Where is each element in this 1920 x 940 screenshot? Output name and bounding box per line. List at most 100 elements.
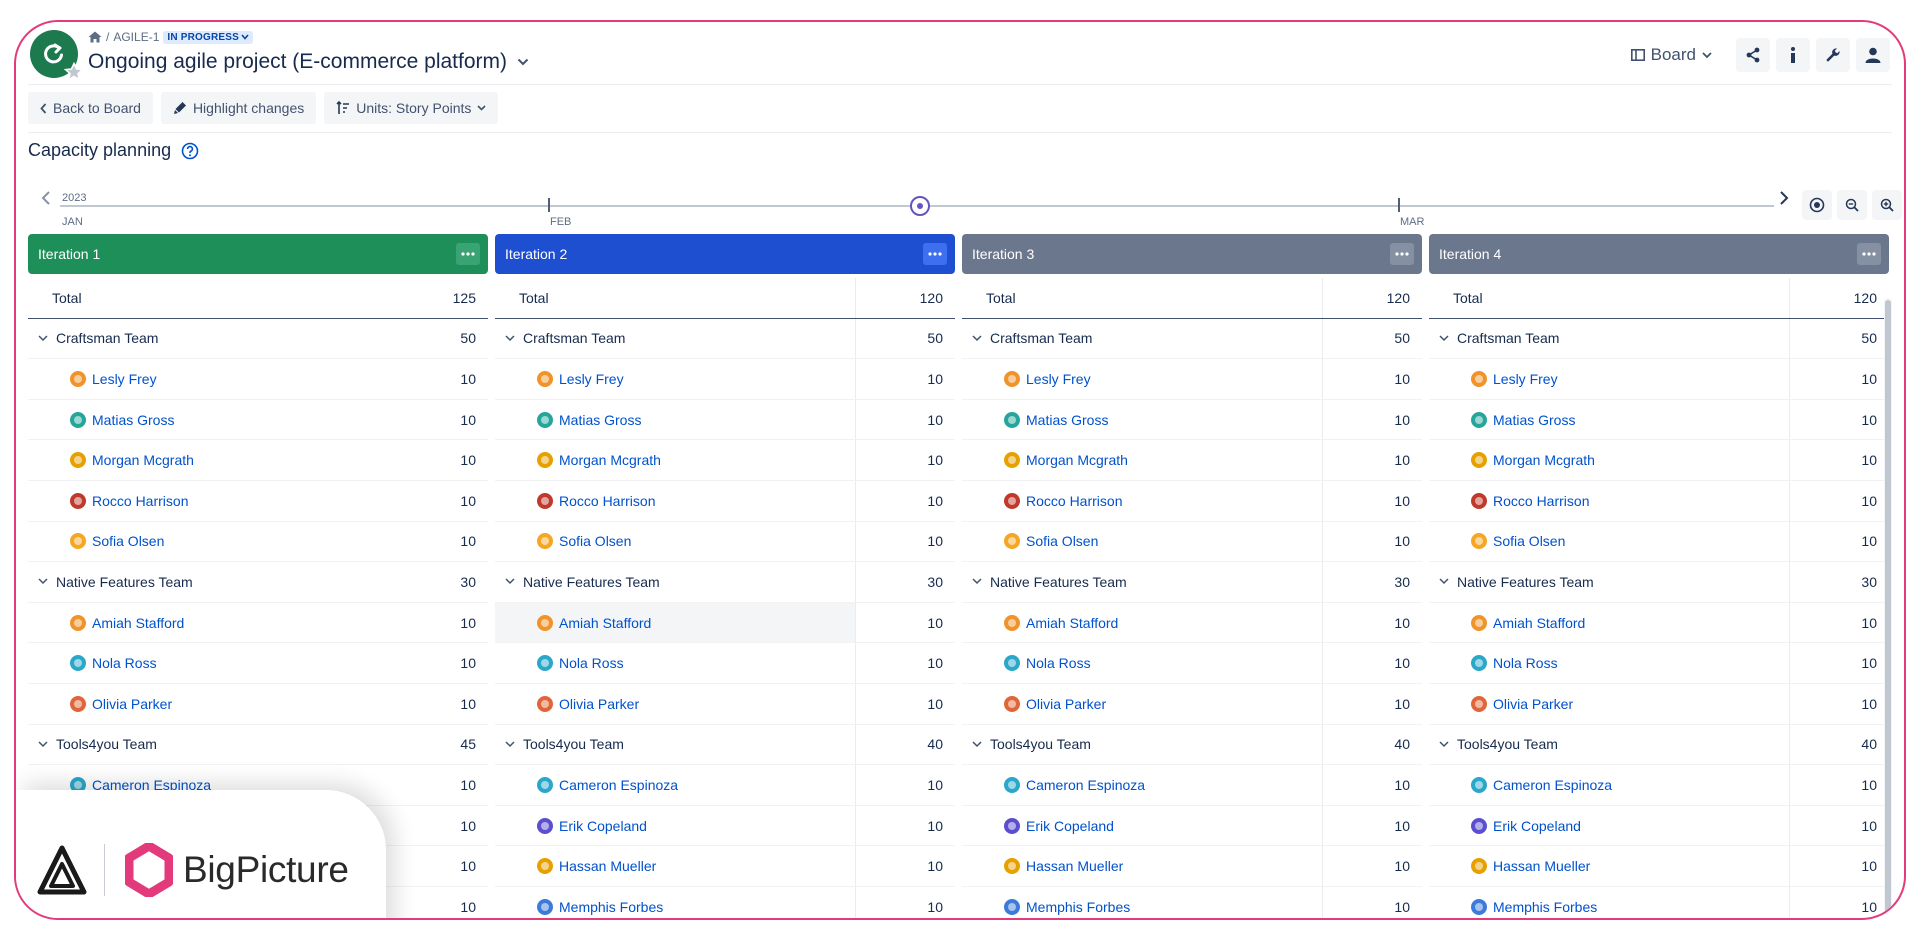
member-name-link[interactable]: Nola Ross	[559, 655, 624, 671]
member-row[interactable]: Morgan Mcgrath 10	[28, 440, 488, 481]
member-name-link[interactable]: Sofia Olsen	[1493, 533, 1565, 549]
member-name-link[interactable]: Nola Ross	[1026, 655, 1091, 671]
zoom-out-button[interactable]	[1837, 190, 1867, 220]
team-row-tools4you-team[interactable]: Tools4you Team 45	[28, 725, 488, 766]
member-capacity[interactable]: 10	[1322, 643, 1422, 683]
timeline-today-marker[interactable]	[910, 196, 930, 216]
member-row[interactable]: Matias Gross 10	[1429, 399, 1889, 441]
member-capacity[interactable]: 10	[388, 684, 488, 724]
member-name-link[interactable]: Lesly Frey	[1493, 371, 1558, 387]
member-capacity[interactable]: 10	[855, 886, 955, 918]
member-row[interactable]: Cameron Espinoza 10	[1429, 765, 1889, 806]
chevron-down-icon[interactable]	[505, 578, 515, 585]
member-row[interactable]: Nola Ross 10	[1429, 643, 1889, 684]
team-capacity[interactable]: 50	[1322, 318, 1422, 359]
member-capacity[interactable]: 10	[855, 480, 955, 521]
team-capacity[interactable]: 45	[388, 725, 488, 765]
member-row[interactable]: Erik Copeland 10	[1429, 805, 1889, 847]
member-row[interactable]: Matias Gross 10	[962, 399, 1422, 441]
member-capacity[interactable]: 10	[388, 887, 488, 918]
member-capacity[interactable]: 10	[855, 359, 955, 399]
member-capacity[interactable]: 10	[855, 440, 955, 480]
member-capacity[interactable]: 10	[1789, 805, 1889, 846]
member-name-link[interactable]: Matias Gross	[1493, 412, 1575, 428]
status-badge[interactable]: IN PROGRESS	[163, 30, 254, 44]
member-name-link[interactable]: Hassan Mueller	[1026, 858, 1123, 874]
iteration-header[interactable]: Iteration 2	[495, 234, 955, 274]
timeline-next-button[interactable]	[1774, 188, 1794, 208]
member-capacity[interactable]: 10	[388, 400, 488, 440]
member-name-link[interactable]: Morgan Mcgrath	[92, 452, 194, 468]
more-actions-button[interactable]	[1390, 243, 1414, 265]
team-row-craftsman-team[interactable]: Craftsman Team 50	[1429, 318, 1889, 360]
member-capacity[interactable]: 10	[855, 846, 955, 886]
member-capacity[interactable]: 10	[855, 683, 955, 724]
view-switcher-button[interactable]: Board	[1623, 41, 1720, 69]
chevron-down-icon[interactable]	[1439, 741, 1449, 748]
member-capacity[interactable]: 10	[1789, 886, 1889, 918]
highlight-changes-button[interactable]: Highlight changes	[160, 92, 317, 124]
member-row[interactable]: Amiah Stafford 10	[495, 602, 955, 644]
chevron-down-icon[interactable]	[972, 741, 982, 748]
team-row-tools4you-team[interactable]: Tools4you Team 40	[1429, 724, 1889, 766]
chevron-down-icon[interactable]	[505, 741, 515, 748]
chevron-down-icon[interactable]	[505, 335, 515, 342]
member-capacity[interactable]: 10	[1789, 521, 1889, 562]
team-row-native-features-team[interactable]: Native Features Team 30	[1429, 562, 1889, 603]
member-row[interactable]: Hassan Mueller 10	[962, 846, 1422, 887]
member-row[interactable]: Lesly Frey 10	[495, 359, 955, 400]
member-capacity[interactable]: 10	[388, 481, 488, 521]
member-name-link[interactable]: Memphis Forbes	[1493, 899, 1597, 915]
member-row[interactable]: Memphis Forbes 10	[1429, 886, 1889, 918]
member-capacity[interactable]: 10	[855, 765, 955, 805]
home-icon[interactable]	[88, 31, 102, 43]
member-row[interactable]: Hassan Mueller 10	[1429, 846, 1889, 887]
team-row-tools4you-team[interactable]: Tools4you Team 40	[495, 724, 955, 766]
member-capacity[interactable]: 10	[855, 643, 955, 683]
member-name-link[interactable]: Cameron Espinoza	[1026, 777, 1145, 793]
iteration-header[interactable]: Iteration 4	[1429, 234, 1889, 274]
iteration-header[interactable]: Iteration 3	[962, 234, 1422, 274]
iteration-header[interactable]: Iteration 1	[28, 234, 488, 274]
member-row[interactable]: Hassan Mueller 10	[495, 846, 955, 887]
member-name-link[interactable]: Memphis Forbes	[1026, 899, 1130, 915]
member-name-link[interactable]: Lesly Frey	[92, 371, 157, 387]
member-row[interactable]: Erik Copeland 10	[495, 805, 955, 847]
member-name-link[interactable]: Olivia Parker	[1026, 696, 1106, 712]
member-name-link[interactable]: Amiah Stafford	[1493, 615, 1585, 631]
member-name-link[interactable]: Rocco Harrison	[1026, 493, 1122, 509]
chevron-down-icon[interactable]	[38, 578, 48, 585]
member-name-link[interactable]: Amiah Stafford	[92, 615, 184, 631]
member-capacity[interactable]: 10	[1322, 440, 1422, 480]
member-row[interactable]: Olivia Parker 10	[1429, 683, 1889, 725]
team-row-native-features-team[interactable]: Native Features Team 30	[962, 562, 1422, 603]
team-capacity[interactable]: 30	[1789, 562, 1889, 602]
member-capacity[interactable]: 10	[855, 521, 955, 562]
member-row[interactable]: Matias Gross 10	[495, 399, 955, 441]
team-row-craftsman-team[interactable]: Craftsman Team 50	[28, 319, 488, 360]
member-row[interactable]: Rocco Harrison 10	[28, 481, 488, 522]
share-button[interactable]	[1736, 38, 1770, 72]
member-capacity[interactable]: 10	[1322, 399, 1422, 440]
member-name-link[interactable]: Amiah Stafford	[1026, 615, 1118, 631]
member-capacity[interactable]: 10	[1322, 683, 1422, 724]
member-name-link[interactable]: Nola Ross	[92, 655, 157, 671]
team-capacity[interactable]: 30	[855, 562, 955, 602]
member-row[interactable]: Lesly Frey 10	[28, 359, 488, 400]
chevron-down-icon[interactable]	[1439, 578, 1449, 585]
team-row-craftsman-team[interactable]: Craftsman Team 50	[962, 318, 1422, 360]
member-name-link[interactable]: Rocco Harrison	[559, 493, 655, 509]
member-row[interactable]: Matias Gross 10	[28, 400, 488, 441]
member-capacity[interactable]: 10	[855, 805, 955, 846]
info-button[interactable]	[1776, 38, 1810, 72]
member-name-link[interactable]: Sofia Olsen	[1026, 533, 1098, 549]
member-row[interactable]: Sofia Olsen 10	[495, 521, 955, 563]
timeline-prev-button[interactable]	[36, 188, 56, 208]
team-capacity[interactable]: 50	[855, 318, 955, 359]
member-name-link[interactable]: Olivia Parker	[559, 696, 639, 712]
team-row-native-features-team[interactable]: Native Features Team 30	[28, 562, 488, 603]
more-actions-button[interactable]	[923, 243, 947, 265]
team-row-native-features-team[interactable]: Native Features Team 30	[495, 562, 955, 603]
member-capacity[interactable]: 10	[1322, 805, 1422, 846]
member-row[interactable]: Rocco Harrison 10	[495, 480, 955, 522]
